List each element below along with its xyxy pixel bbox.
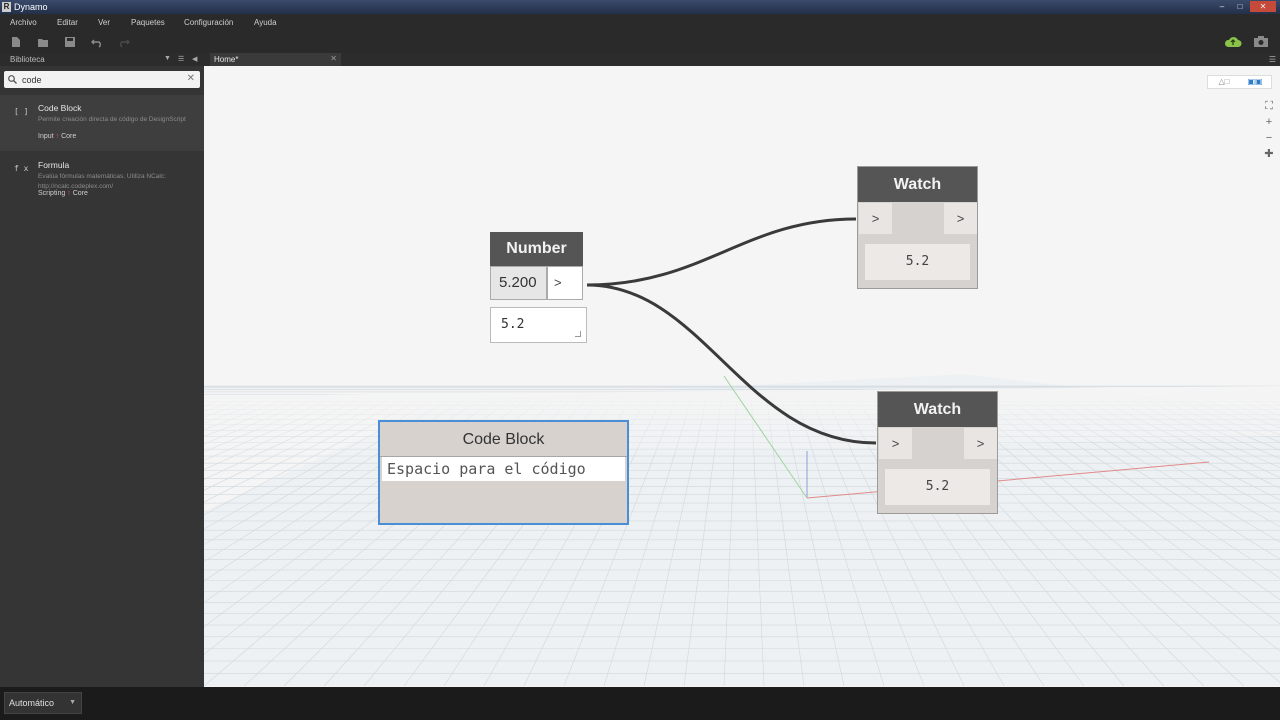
menu-editar[interactable]: Editar (57, 18, 78, 27)
menu-configuracion[interactable]: Configuración (184, 18, 233, 27)
number-input[interactable]: 5.200 (490, 266, 547, 300)
output-port[interactable]: > (944, 203, 977, 234)
cloud-upload-icon[interactable] (1224, 35, 1242, 48)
code-block-icon: [ ] (14, 107, 29, 116)
menu-archivo[interactable]: Archivo (10, 18, 37, 27)
title-bar: R Dynamo – □ ✕ (0, 0, 1280, 14)
watch-value: 5.2 (865, 244, 970, 280)
new-file-icon[interactable] (10, 36, 22, 48)
run-mode-dropdown[interactable]: Automático ▼ (4, 692, 82, 714)
pan-icon[interactable]: ✚ (1260, 146, 1278, 162)
category-arrow-icon: ↑ (67, 190, 71, 197)
library-item-category: Input ↑ Core (38, 133, 77, 140)
library-item-category: Scripting ↑ Core (38, 190, 88, 197)
close-tab-icon[interactable]: ✕ (330, 54, 337, 63)
wire-number-to-watch-bottom[interactable] (586, 283, 877, 445)
redo-icon[interactable] (118, 36, 130, 48)
number-preview-bubble: 5.2 (490, 307, 587, 343)
undo-icon[interactable] (91, 36, 103, 48)
code-editor[interactable]: Espacio para el código (382, 457, 625, 481)
menu-paquetes[interactable]: Paquetes (131, 18, 165, 27)
workspace-canvas[interactable]: Number 5.200 > 5.2 Watch > > 5.2 Watch >… (204, 66, 1280, 687)
camera-icon[interactable] (1254, 36, 1268, 47)
close-icon[interactable]: ✕ (1250, 1, 1276, 12)
resize-grip-icon[interactable] (575, 331, 581, 337)
menu-ver[interactable]: Ver (98, 18, 110, 27)
library-item-name: Code Block (38, 103, 82, 113)
search-input[interactable] (22, 73, 182, 86)
output-port[interactable]: > (964, 428, 997, 459)
collapse-panel-icon[interactable]: ◀ (192, 55, 197, 63)
zoom-in-icon[interactable]: + (1260, 114, 1278, 130)
run-mode-label: Automático (9, 698, 55, 708)
open-file-icon[interactable] (37, 36, 49, 48)
category-arrow-icon: ↑ (55, 133, 60, 140)
wires (586, 217, 877, 445)
watch-value: 5.2 (885, 469, 990, 505)
graph-view-icon[interactable]: ▣▣ (1239, 76, 1271, 88)
window-title: Dynamo (14, 2, 48, 12)
library-header: Biblioteca ▼ ☰ ◀ (0, 53, 204, 66)
output-port[interactable]: > (547, 266, 583, 300)
clear-search-icon[interactable]: ✕ (187, 73, 195, 84)
node-title: Watch (878, 392, 997, 427)
status-bar: Automático ▼ (0, 687, 1280, 720)
library-item-name: Formula (38, 160, 70, 170)
library-item-description: Evalúa fórmulas matemáticas. Utiliza NCa… (38, 173, 166, 190)
tab-home[interactable]: Home* ✕ (210, 53, 341, 66)
library-item-formula[interactable]: f x Formula Evalúa fórmulas matemáticas.… (0, 152, 204, 208)
filter-icon[interactable]: ▼ (164, 55, 171, 62)
save-icon[interactable] (64, 36, 76, 48)
tab-label: Home* (214, 55, 239, 64)
input-port[interactable]: > (879, 428, 912, 459)
input-port[interactable]: > (859, 203, 892, 234)
node-title: Number (490, 232, 583, 266)
number-node[interactable]: Number 5.200 > (490, 232, 583, 300)
formula-icon: f x (14, 164, 29, 173)
library-search-box[interactable]: ✕ (4, 71, 200, 88)
node-title: Code Block (380, 422, 627, 457)
minimize-icon[interactable]: – (1214, 1, 1230, 12)
library-title: Biblioteca (10, 55, 45, 64)
workspace-tab-bar: Home* ✕ ☰ (204, 53, 1280, 66)
preview-value: 5.2 (501, 317, 525, 332)
watch-node-bottom[interactable]: Watch > > 5.2 (877, 391, 998, 514)
library-item-description: Permite creación directa de código de De… (38, 116, 186, 123)
geometry-view-icon[interactable]: △□ (1208, 76, 1240, 88)
library-item-code-block[interactable]: [ ] Code Block Permite creación directa … (0, 95, 204, 151)
library-panel: Biblioteca ▼ ☰ ◀ ✕ [ ] Code Block Permit… (0, 53, 204, 687)
list-view-icon[interactable]: ☰ (178, 55, 184, 63)
zoom-out-icon[interactable]: − (1260, 130, 1278, 146)
watch-node-top[interactable]: Watch > > 5.2 (857, 166, 978, 289)
zoom-controls: ⛶ + − ✚ (1260, 98, 1278, 170)
toolbar (0, 32, 1280, 53)
wire-number-to-watch-top[interactable] (586, 217, 857, 287)
zoom-to-fit-icon[interactable]: ⛶ (1260, 98, 1278, 114)
view-toggle: △□ ▣▣ (1207, 75, 1272, 89)
menu-ayuda[interactable]: Ayuda (254, 18, 277, 27)
node-title: Watch (858, 167, 977, 202)
tab-menu-icon[interactable]: ☰ (1269, 55, 1276, 64)
search-icon (8, 75, 17, 84)
code-block-node[interactable]: Code Block Espacio para el código (378, 420, 629, 525)
menu-bar: Archivo Editar Ver Paquetes Configuració… (0, 14, 1280, 32)
chevron-down-icon: ▼ (69, 699, 76, 706)
maximize-icon[interactable]: □ (1232, 1, 1248, 12)
app-icon: R (2, 2, 11, 12)
